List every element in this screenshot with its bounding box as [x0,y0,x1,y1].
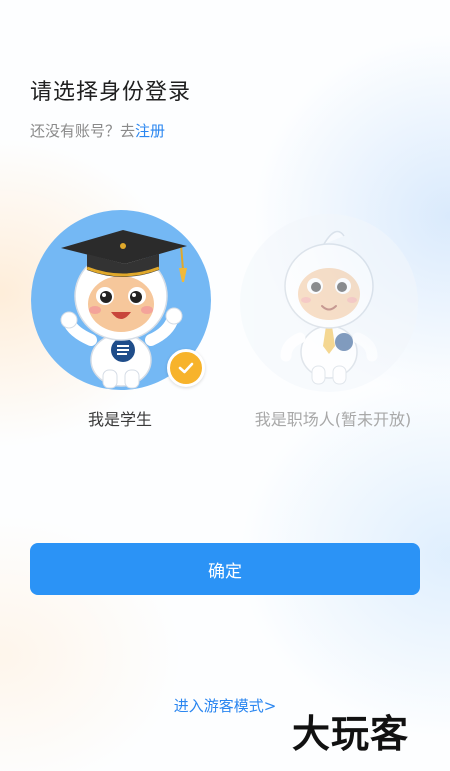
register-prompt: 还没有账号？去注册 [30,120,165,141]
role-student-label[interactable]: 我是学生 [60,406,180,430]
page-background [0,0,450,771]
role-worker-label: 我是职场人(暂未开放) [254,410,412,429]
no-account-text: 还没有账号？去 [30,122,136,140]
page-title: 请选择身份登录 [30,80,192,105]
role-worker-avatar[interactable] [240,214,418,392]
register-link[interactable]: 注册 [135,122,165,140]
worker-mascot-icon [280,230,378,385]
confirm-button[interactable]: 确定 [30,543,420,595]
selected-check-icon [167,349,205,387]
watermark-logo: 大玩客 [292,711,410,756]
